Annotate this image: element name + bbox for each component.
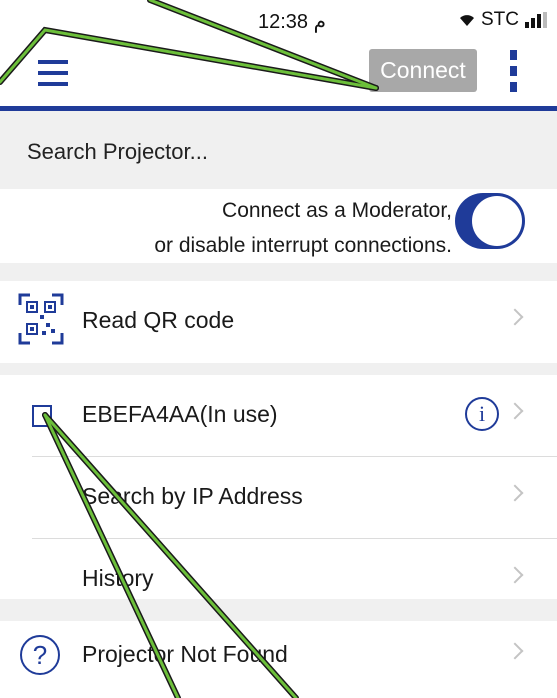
chevron-right-icon bbox=[506, 308, 524, 326]
moderator-section: Connect as a Moderator, or disable inter… bbox=[0, 189, 557, 263]
help-icon: ? bbox=[20, 635, 60, 675]
search-projector-input[interactable] bbox=[25, 135, 529, 169]
not-found-label: Projector Not Found bbox=[82, 641, 288, 667]
section-gap bbox=[0, 263, 557, 281]
list-item-search-ip[interactable]: Search by IP Address bbox=[0, 457, 557, 539]
moderator-line-1: Connect as a Moderator, bbox=[222, 199, 452, 222]
projector-label: EBEFA4AA(In use) bbox=[82, 401, 278, 427]
moderator-toggle[interactable] bbox=[455, 193, 525, 249]
list-item-read-qr[interactable]: Read QR code bbox=[0, 281, 557, 363]
search-bar bbox=[0, 111, 557, 189]
toggle-knob bbox=[472, 196, 522, 246]
more-vertical-icon[interactable] bbox=[506, 50, 520, 96]
moderator-line-2: or disable interrupt connections. bbox=[154, 234, 452, 257]
connect-button[interactable]: Connect bbox=[369, 49, 477, 92]
chevron-right-icon bbox=[506, 402, 524, 420]
chevron-right-icon bbox=[506, 566, 524, 584]
read-qr-label: Read QR code bbox=[82, 307, 235, 333]
status-bar: 12:38 م STC bbox=[0, 0, 557, 40]
list-item-projector-not-found[interactable]: ? Projector Not Found bbox=[0, 621, 557, 698]
status-indicators: STC bbox=[459, 9, 547, 31]
wifi-icon bbox=[460, 15, 474, 26]
search-ip-label: Search by IP Address bbox=[82, 483, 303, 509]
chevron-right-icon bbox=[506, 642, 524, 660]
history-label: History bbox=[82, 565, 154, 591]
list-item-projector[interactable]: EBEFA4AA(In use) i bbox=[0, 375, 557, 457]
checkbox-icon[interactable] bbox=[32, 405, 52, 427]
signal-icon bbox=[525, 12, 547, 28]
qr-code-icon bbox=[18, 293, 64, 345]
chevron-right-icon bbox=[506, 484, 524, 502]
carrier-label: STC bbox=[481, 9, 519, 30]
status-time: 12:38 م bbox=[258, 11, 326, 33]
hamburger-icon[interactable] bbox=[38, 60, 68, 86]
section-gap bbox=[0, 363, 557, 375]
top-nav-bar: Connect bbox=[0, 40, 557, 111]
moderator-description: Connect as a Moderator, or disable inter… bbox=[154, 193, 452, 263]
section-gap bbox=[0, 599, 557, 621]
info-icon[interactable]: i bbox=[465, 397, 499, 431]
